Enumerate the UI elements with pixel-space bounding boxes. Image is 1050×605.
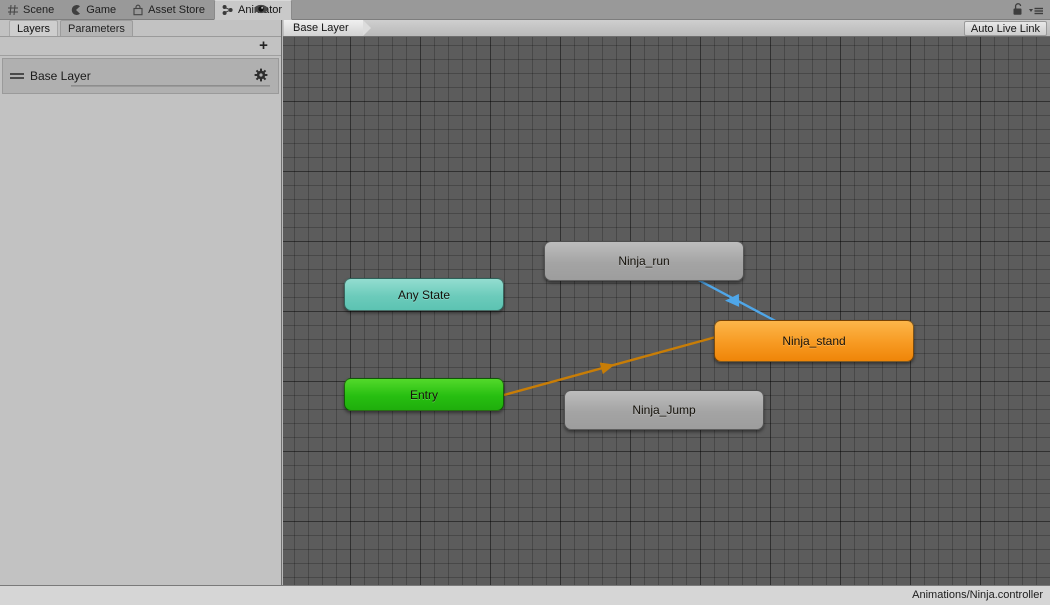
state-node-ninja-jump-label: Ninja_Jump <box>632 403 696 417</box>
window-controls <box>1012 0 1050 19</box>
eye-icon[interactable] <box>253 1 269 17</box>
tab-scene[interactable]: Scene <box>0 0 63 20</box>
status-bar: Animations/Ninja.controller <box>0 585 1050 605</box>
tab-scene-label: Scene <box>23 4 55 16</box>
state-node-ninja-jump[interactable]: Ninja_Jump <box>564 390 764 430</box>
tab-asset-store-label: Asset Store <box>148 4 206 16</box>
asset-path-label: Animations/Ninja.controller <box>912 589 1043 601</box>
state-node-ninja-stand[interactable]: Ninja_stand <box>714 320 914 362</box>
add-layer-button[interactable]: + <box>256 38 271 54</box>
layer-name-label: Base Layer <box>30 69 91 83</box>
layer-list: Base Layer <box>2 58 279 94</box>
gear-icon[interactable] <box>254 68 268 82</box>
tab-game-label: Game <box>86 4 117 16</box>
state-node-ninja-run-label: Ninja_run <box>618 254 670 268</box>
auto-live-link-button[interactable]: Auto Live Link <box>963 21 1047 36</box>
state-node-any-state[interactable]: Any State <box>344 278 504 311</box>
drag-handle-icon[interactable] <box>10 72 24 81</box>
state-node-ninja-run[interactable]: Ninja_run <box>544 241 744 281</box>
grid-hash-icon <box>7 4 19 16</box>
subtab-layers[interactable]: Layers <box>9 20 59 36</box>
layer-toolbar: + <box>0 37 281 56</box>
subtab-parameters[interactable]: Parameters <box>60 20 133 36</box>
unlocked-padlock-icon[interactable] <box>1012 3 1023 16</box>
layer-row-base-layer[interactable]: Base Layer <box>3 59 278 93</box>
animator-nodes-icon <box>222 4 234 16</box>
store-bag-icon <box>132 4 144 16</box>
animator-canvas[interactable]: Base Layer Auto Live Link Any State Entr… <box>283 20 1050 585</box>
layers-panel-empty-area <box>0 115 281 585</box>
pacman-icon <box>70 4 82 16</box>
layers-panel: Layers Parameters + Base Layer <box>0 4 282 585</box>
layers-parameters-subtabs: Layers Parameters <box>0 4 281 37</box>
editor-tab-bar: Scene Game Asset Store <box>0 0 1050 20</box>
animator-window: Scene Game Asset Store Layers Parameters… <box>0 0 1050 605</box>
breadcrumb-base-layer-label: Base Layer <box>293 22 349 34</box>
state-node-entry-label: Entry <box>409 387 438 402</box>
transition-ninja-stand-to-ninja-run[interactable] <box>690 274 784 327</box>
transition-entry-to-ninja-stand[interactable] <box>503 335 717 397</box>
tab-asset-store[interactable]: Asset Store <box>125 0 214 20</box>
state-node-any-state-label: Any State <box>397 287 451 302</box>
breadcrumb-base-layer[interactable]: Base Layer <box>284 20 371 36</box>
layer-weight-slider[interactable] <box>71 85 270 87</box>
state-node-ninja-stand-label: Ninja_stand <box>782 334 846 348</box>
tab-game[interactable]: Game <box>63 0 125 20</box>
breadcrumb-bar: Base Layer Auto Live Link <box>283 20 1050 37</box>
transitions-layer <box>503 274 784 397</box>
subtab-layers-label: Layers <box>17 23 51 35</box>
hamburger-menu-icon[interactable] <box>1028 4 1044 16</box>
state-node-entry[interactable]: Entry <box>344 378 504 411</box>
auto-live-link-label: Auto Live Link <box>970 23 1040 35</box>
subtab-parameters-label: Parameters <box>68 23 125 35</box>
